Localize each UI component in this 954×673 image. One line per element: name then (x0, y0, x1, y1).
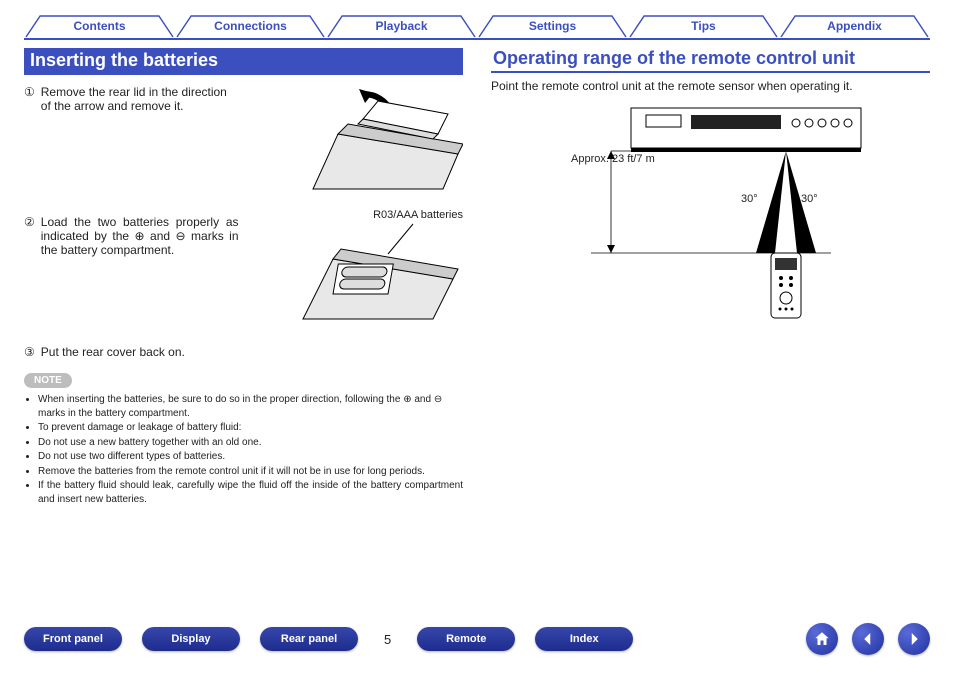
step-number: ③ (24, 345, 35, 359)
tab-label: Contents (74, 19, 126, 33)
distance-label: Approx. 23 ft/7 m (571, 153, 655, 165)
footer-index[interactable]: Index (535, 627, 633, 651)
note-item: To prevent damage or leakage of battery … (38, 421, 463, 435)
note-item: If the battery fluid should leak, carefu… (38, 479, 463, 506)
step-number: ② (24, 215, 35, 229)
note-item: Remove the batteries from the remote con… (38, 465, 463, 479)
step-text: Remove the rear lid in the direction of … (41, 85, 239, 113)
tab-appendix[interactable]: Appendix (779, 14, 930, 38)
illustration-load-batteries: R03/AAA batteries (249, 209, 464, 339)
tab-connections[interactable]: Connections (175, 14, 326, 38)
prev-page-icon[interactable] (852, 623, 884, 655)
footer-nav: Front panel Display Rear panel 5 Remote … (24, 623, 930, 655)
home-icon[interactable] (806, 623, 838, 655)
illustration-operating-range: Approx. 23 ft/7 m 30° 30° (491, 103, 930, 333)
tab-contents[interactable]: Contents (24, 14, 175, 38)
note-subitem: Do not use two different types of batter… (38, 450, 463, 464)
top-nav: Contents Connections Playback Settings T… (24, 14, 930, 40)
step-3: ③ Put the rear cover back on. (24, 345, 463, 359)
angle-right-label: 30° (801, 193, 818, 205)
heading-inserting-batteries: Inserting the batteries (24, 48, 463, 75)
step-text: Load the two batteries properly as indic… (41, 215, 239, 257)
footer-display[interactable]: Display (142, 627, 240, 651)
tab-playback[interactable]: Playback (326, 14, 477, 38)
column-left: Inserting the batteries ① Remove the rea… (24, 48, 463, 507)
footer-rear-panel[interactable]: Rear panel (260, 627, 358, 651)
heading-operating-range: Operating range of the remote control un… (491, 48, 930, 73)
battery-type-label: R03/AAA batteries (373, 209, 463, 221)
step-2: ② Load the two batteries properly as ind… (24, 215, 239, 257)
tab-label: Connections (214, 19, 287, 33)
tab-settings[interactable]: Settings (477, 14, 628, 38)
column-right: Operating range of the remote control un… (491, 48, 930, 507)
note-subitem: Do not use a new battery together with a… (38, 436, 463, 450)
footer-front-panel[interactable]: Front panel (24, 627, 122, 651)
page-number: 5 (384, 632, 391, 647)
tab-label: Appendix (827, 19, 882, 33)
next-page-icon[interactable] (898, 623, 930, 655)
tab-tips[interactable]: Tips (628, 14, 779, 38)
tab-label: Settings (529, 19, 576, 33)
step-number: ① (24, 85, 35, 99)
step-1: ① Remove the rear lid in the direction o… (24, 85, 239, 113)
footer-remote[interactable]: Remote (417, 627, 515, 651)
note-badge: NOTE (24, 373, 72, 388)
step-text: Put the rear cover back on. (41, 345, 185, 359)
tab-label: Playback (375, 19, 427, 33)
tab-label: Tips (691, 19, 715, 33)
intro-text: Point the remote control unit at the rem… (491, 79, 930, 93)
note-item: When inserting the batteries, be sure to… (38, 393, 463, 420)
illustration-remove-lid (249, 79, 464, 209)
angle-left-label: 30° (741, 193, 758, 205)
content-columns: Inserting the batteries ① Remove the rea… (24, 48, 930, 507)
note-list: When inserting the batteries, be sure to… (24, 393, 463, 506)
